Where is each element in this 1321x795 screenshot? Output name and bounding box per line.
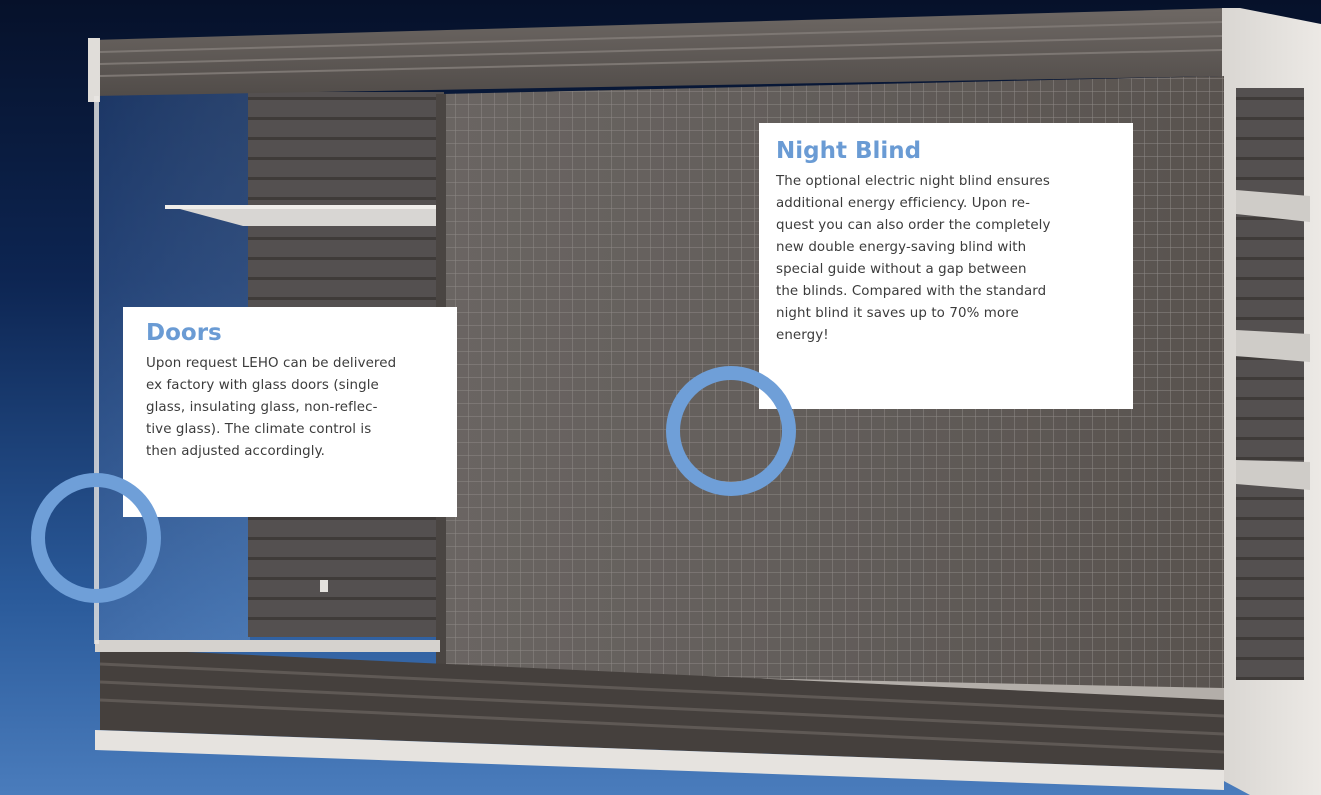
doors-highlight-ring (31, 473, 161, 603)
doors-description: Upon request LEHO can be delivered ex fa… (146, 353, 447, 463)
doors-title: Doors (146, 320, 222, 346)
night-blind-line: additional energy efficiency. Upon re- (776, 196, 1031, 211)
night-blind-line: the blinds. Compared with the standard (776, 284, 1047, 299)
doors-callout: Doors Upon request LEHO can be delivered… (123, 307, 457, 517)
doors-line: ex factory with glass doors (single (146, 378, 379, 393)
doors-line: tive glass). The climate control is (146, 422, 372, 437)
night-blind-description: The optional electric night blind ensure… (776, 171, 1123, 347)
night-blind-line: energy! (776, 328, 829, 343)
doors-line: glass, insulating glass, non-reflec- (146, 400, 378, 415)
night-blind-line: new double energy-saving blind with (776, 240, 1027, 255)
doors-line: Upon request LEHO can be delivered (146, 356, 397, 371)
night-blind-line: quest you can also order the completely (776, 218, 1051, 233)
night-blind-line: special guide without a gap between (776, 262, 1027, 277)
night-blind-line: night blind it saves up to 70% more (776, 306, 1019, 321)
night-blind-title: Night Blind (776, 138, 922, 164)
night-blind-highlight-ring (666, 366, 796, 496)
night-blind-callout: Night Blind The optional electric night … (759, 123, 1133, 409)
night-blind-line: The optional electric night blind ensure… (776, 174, 1050, 189)
doors-line: then adjusted accordingly. (146, 444, 326, 459)
